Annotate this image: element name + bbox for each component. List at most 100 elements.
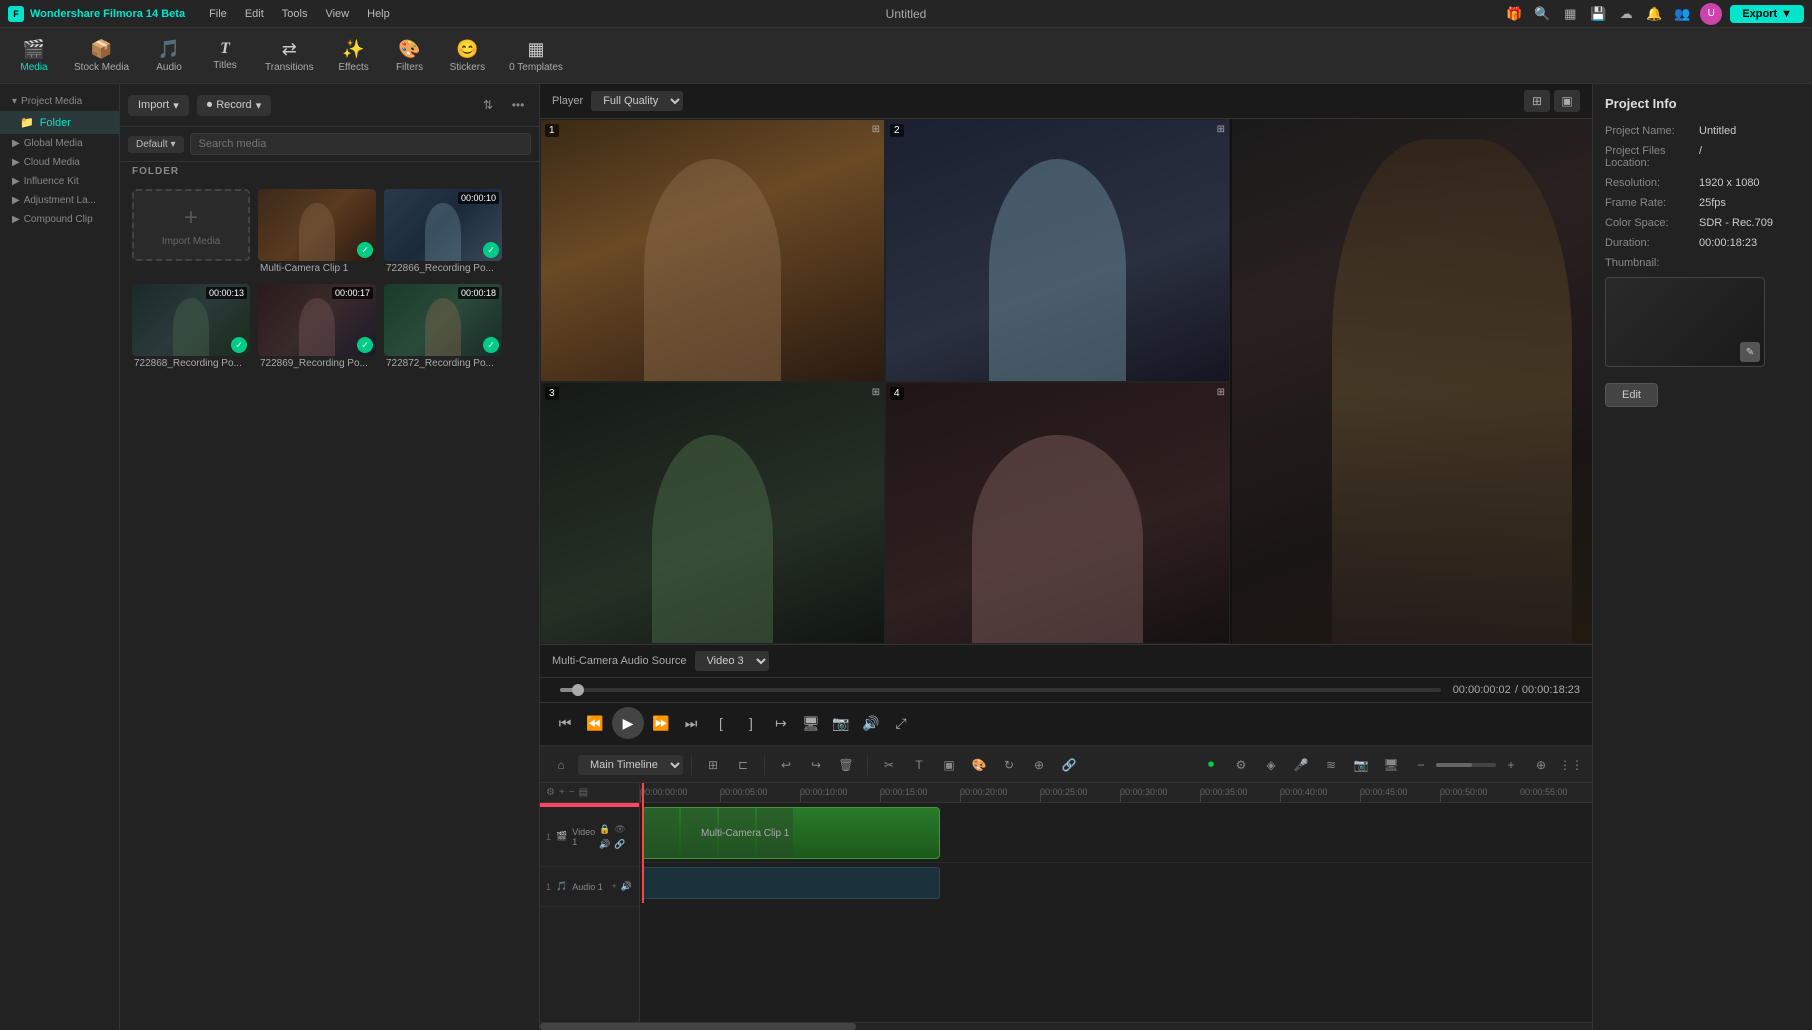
video-track-area[interactable]: Multi-Camera Clip 1 <box>640 803 1592 863</box>
toolbar-media[interactable]: 🎬 Media <box>8 35 60 77</box>
list-item[interactable]: 00:00:18 ✓ 722872_Recording Po... <box>384 284 502 371</box>
grid-view-btn[interactable]: ⊞ <box>700 752 726 778</box>
tl-snap-icon[interactable]: ▤ <box>579 787 588 798</box>
marker-btn[interactable]: ◈ <box>1258 752 1284 778</box>
default-button[interactable]: Default ▾ <box>128 136 184 153</box>
color-btn[interactable]: 🎨 <box>966 752 992 778</box>
wrap-btn[interactable]: ↻ <box>996 752 1022 778</box>
list-item[interactable]: 00:00:10 ✓ 722866_Recording Po... <box>384 189 502 276</box>
step-forward-button[interactable]: ⏩ <box>648 710 674 736</box>
audio-track-icon[interactable]: 🔊 <box>598 838 611 851</box>
user-avatar[interactable]: U <box>1700 3 1722 25</box>
timeline-scrollbar[interactable] <box>540 1022 1592 1030</box>
cloud-icon[interactable]: ☁ <box>1616 4 1636 24</box>
gift-icon[interactable]: 🎁 <box>1504 4 1524 24</box>
camera-cell-3[interactable]: 3 ⊞ <box>540 382 885 645</box>
list-item[interactable]: 00:00:17 ✓ 722869_Recording Po... <box>258 284 376 371</box>
play-button[interactable]: ▶ <box>612 707 644 739</box>
import-placeholder[interactable]: + Import Media <box>132 189 250 261</box>
single-view-icon[interactable]: ▣ <box>1554 90 1580 112</box>
cloud-media-section[interactable]: ▶ Cloud Media <box>0 153 119 172</box>
lock-icon[interactable]: 🔒 <box>598 823 611 836</box>
magnet-btn[interactable]: ⊏ <box>730 752 756 778</box>
toolbar-filters[interactable]: 🎨 Filters <box>384 35 436 77</box>
list-item[interactable]: + Import Media <box>132 189 250 276</box>
delete-btn[interactable]: 🗑 <box>833 752 859 778</box>
monitor-icon[interactable]: 🖥 <box>798 710 824 736</box>
tl-add-icon[interactable]: + <box>559 787 565 798</box>
toolbar-stock-media[interactable]: 📦 Stock Media <box>64 35 139 77</box>
tl-settings-icon[interactable]: ⚙ <box>546 787 555 798</box>
eye-icon[interactable]: 👁 <box>613 823 626 836</box>
sort-icon[interactable]: ⇅ <box>475 92 501 118</box>
text-btn[interactable]: T <box>906 752 932 778</box>
redo-btn[interactable]: ↪ <box>803 752 829 778</box>
fullscreen-icon[interactable]: ⤢ <box>888 710 914 736</box>
camera-cell-1[interactable]: 1 ⊞ <box>540 119 885 382</box>
layout-icon[interactable]: ▦ <box>1560 4 1580 24</box>
menu-tools[interactable]: Tools <box>274 6 316 22</box>
volume-icon[interactable]: 🔊 <box>858 710 884 736</box>
step-back-button[interactable]: ⏪ <box>582 710 608 736</box>
menu-edit[interactable]: Edit <box>237 6 272 22</box>
toolbar-effects[interactable]: ✨ Effects <box>328 35 380 77</box>
skip-forward-button[interactable]: ⏭ <box>678 710 704 736</box>
composite-btn[interactable]: ⊕ <box>1026 752 1052 778</box>
list-item[interactable]: ✓ Multi-Camera Clip 1 <box>258 189 376 276</box>
effects-btn-tl[interactable]: ⚙ <box>1228 752 1254 778</box>
toolbar-templates[interactable]: ▦ 0 Templates <box>499 35 573 77</box>
list-item[interactable]: 00:00:13 ✓ 722868_Recording Po... <box>132 284 250 371</box>
adjustment-layer-section[interactable]: ▶ Adjustment La... <box>0 191 119 210</box>
grid-view-icon[interactable]: ⊞ <box>1524 90 1550 112</box>
undo-btn[interactable]: ↩ <box>773 752 799 778</box>
toolbar-stickers[interactable]: 😊 Stickers <box>440 35 496 77</box>
clip-block[interactable]: Multi-Camera Clip 1 <box>642 807 940 859</box>
progress-bar[interactable] <box>560 688 1441 692</box>
notification-icon[interactable]: 🔔 <box>1644 4 1664 24</box>
influence-kit-section[interactable]: ▶ Influence Kit <box>0 172 119 191</box>
more-timeline-btn[interactable]: ⋮⋮ <box>1558 752 1584 778</box>
sidebar-item-folder[interactable]: 📁 Folder <box>0 111 119 134</box>
import-button[interactable]: Import ▾ <box>128 95 189 116</box>
toolbar-audio[interactable]: 🎵 Audio <box>143 35 195 77</box>
cut-btn[interactable]: ✂ <box>876 752 902 778</box>
project-media-section[interactable]: ▾ Project Media <box>0 92 119 111</box>
timeline-home-icon[interactable]: ⌂ <box>548 752 574 778</box>
search-input[interactable] <box>190 133 532 155</box>
compound-clip-section[interactable]: ▶ Compound Clip <box>0 210 119 229</box>
users-icon[interactable]: 👥 <box>1672 4 1692 24</box>
zoom-slider[interactable] <box>1436 763 1496 767</box>
toolbar-transitions[interactable]: ⇄ Transitions <box>255 35 324 77</box>
zoom-out-btn[interactable]: − <box>1408 752 1434 778</box>
export-button[interactable]: Export ▼ <box>1730 5 1804 23</box>
add-track-btn[interactable]: ⊕ <box>1528 752 1554 778</box>
tl-subtract-icon[interactable]: − <box>569 787 575 798</box>
camera-snap-icon[interactable]: 📷 <box>828 710 854 736</box>
camera-btn-tl[interactable]: 📷 <box>1348 752 1374 778</box>
audio-source-select[interactable]: Video 3 <box>695 651 769 671</box>
camera-cell-2[interactable]: 2 ⊞ <box>885 119 1230 382</box>
link-btn[interactable]: 🔗 <box>1056 752 1082 778</box>
monitor-btn-tl[interactable]: 🖥 <box>1378 752 1404 778</box>
thumbnail-edit-icon[interactable]: ✎ <box>1740 342 1760 362</box>
audio-add-icon[interactable]: + <box>611 880 618 893</box>
menu-view[interactable]: View <box>317 6 357 22</box>
menu-help[interactable]: Help <box>359 6 398 22</box>
save-icon[interactable]: 💾 <box>1588 4 1608 24</box>
crop-in-button[interactable]: [ <box>708 710 734 736</box>
more-options-icon[interactable]: ••• <box>505 92 531 118</box>
quality-select[interactable]: Full Quality <box>591 91 683 111</box>
record-button[interactable]: ⏺ Record ▾ <box>197 95 272 116</box>
progress-handle[interactable] <box>572 684 584 696</box>
skip-back-button[interactable]: ⏮ <box>552 710 578 736</box>
record-active-btn[interactable]: ⏺ <box>1198 752 1224 778</box>
crop-btn[interactable]: ▣ <box>936 752 962 778</box>
zoom-in-btn[interactable]: + <box>1498 752 1524 778</box>
main-camera-view[interactable] <box>1232 119 1592 644</box>
arrow-forward-icon[interactable]: ↦ <box>768 710 794 736</box>
audio-track-area[interactable] <box>640 863 1592 903</box>
wave-btn[interactable]: ≋ <box>1318 752 1344 778</box>
audio-clip-block[interactable] <box>642 867 940 899</box>
timeline-dropdown[interactable]: Main Timeline <box>578 755 683 775</box>
global-media-section[interactable]: ▶ Global Media <box>0 134 119 153</box>
